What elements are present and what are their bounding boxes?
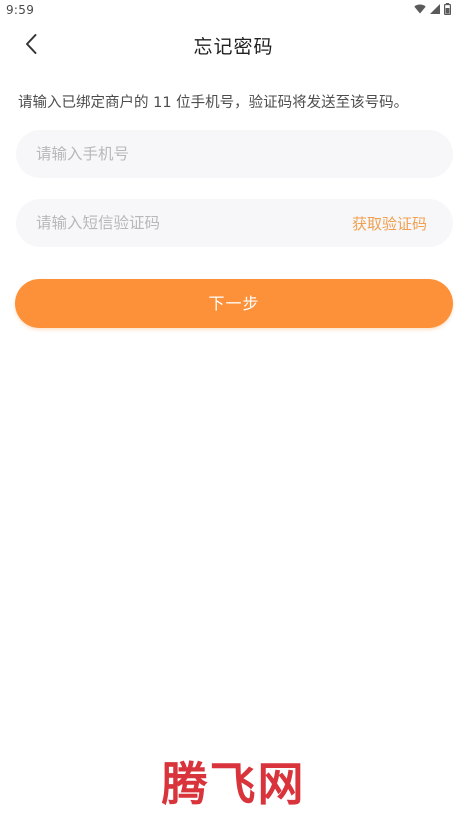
sms-code-input[interactable] (36, 199, 336, 247)
next-button[interactable]: 下一步 (15, 279, 453, 328)
status-icons (414, 2, 452, 18)
page-title: 忘记密码 (193, 36, 274, 58)
instruction-text: 请输入已绑定商户的 11 位手机号，验证码将发送至该号码。 (18, 95, 409, 111)
header-bar: 忘记密码 (0, 24, 467, 68)
phone-field (16, 130, 453, 178)
get-code-button[interactable]: 获取验证码 (352, 213, 427, 234)
phone-input[interactable] (36, 130, 436, 178)
signal-icon (430, 3, 440, 17)
sms-code-field: 获取验证码 (16, 199, 453, 247)
forgot-password-screen: 9:59 忘记密码 请输入已绑定商户的 11 位手机号，验证码将发送至该号码。 … (0, 0, 467, 831)
battery-icon (444, 2, 452, 18)
status-time: 9:59 (6, 3, 35, 17)
wifi-icon (414, 3, 426, 17)
status-bar: 9:59 (0, 0, 467, 20)
watermark-logo: 腾飞网 (161, 757, 306, 811)
